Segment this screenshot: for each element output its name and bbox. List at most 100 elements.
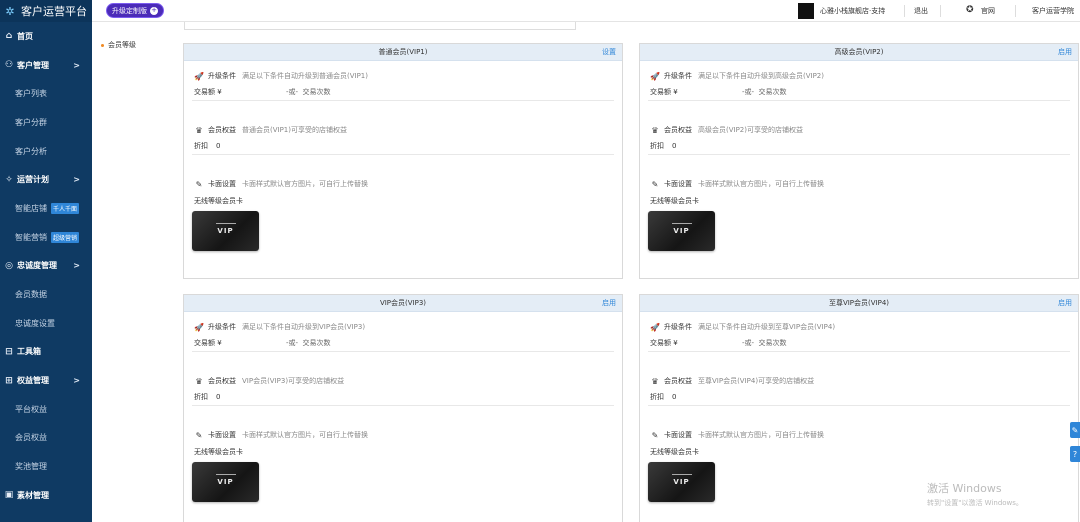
sidebar-item-15[interactable]: 奖池管理 (0, 452, 92, 481)
windows-watermark: 激活 Windows 转到"设置"以激活 Windows。 (927, 480, 1023, 508)
vip-card-image[interactable]: VIP (648, 211, 715, 251)
count-label: 交易次数 (302, 338, 331, 347)
section-label: 卡面设置 (664, 431, 692, 439)
sidebar-item-13[interactable]: 平台权益 (0, 395, 92, 424)
sidebar-item-16[interactable]: ▣ 素材管理 (0, 481, 92, 510)
vip-card-text: VIP (673, 478, 690, 486)
card-action-link[interactable]: 启用 (1058, 44, 1072, 61)
crown-icon: ♛ (195, 125, 203, 135)
section-desc: 卡面样式默认官方图片，可自行上传替换 (698, 180, 824, 188)
brush-icon: ✎ (651, 179, 659, 189)
discount-label: 折扣 (650, 392, 664, 401)
app-root: ✲ 客户运营平台 ⌂ 首页 ⚇ 客户管理 > 客户列表客户分群客户分析 ✧ 运营计划 > 智能店铺… (0, 0, 1080, 522)
count-label: 交易次数 (758, 338, 787, 347)
vip-card-text: VIP (673, 227, 690, 235)
section-desc: 满足以下条件自动升级到至尊VIP会员(VIP4) (698, 323, 836, 331)
vip-wing-decoration (216, 223, 236, 224)
member-level-card: 高级会员(VIP2) 启用 🚀 升级条件 满足以下条件自动升级到高级会员(VIP… (639, 43, 1079, 279)
chevron-right-icon: > (73, 175, 80, 185)
or-text: -或- (286, 87, 299, 96)
store-name[interactable]: 心雅小栈旗舰店·支持 (820, 6, 885, 16)
top-panel-edge (184, 22, 576, 30)
sidebar-item-label: 运营计划 (17, 175, 49, 185)
compass-icon: ✧ (5, 174, 13, 185)
vip-card-image[interactable]: VIP (192, 462, 259, 502)
sidebar-item-label: 工具箱 (17, 347, 41, 357)
card-face-section-title: ✎ 卡面设置 卡面样式默认官方图片，可自行上传替换 (194, 177, 622, 191)
sidebar-item-5[interactable]: ✧ 运营计划 > (0, 165, 92, 194)
target-icon: ◎ (5, 260, 13, 271)
watermark-line2: 转到"设置"以激活 Windows。 (927, 499, 1023, 507)
or-condition: -或- 交易次数 (286, 87, 331, 97)
vip-wing-decoration (216, 474, 236, 475)
sidebar-item-0[interactable]: ⌂ 首页 (0, 22, 92, 51)
sidebar-item-9[interactable]: 会员数据 (0, 280, 92, 309)
discount-value[interactable]: 0 (216, 142, 220, 150)
upgrade-button[interactable]: 升级定制版 + (106, 3, 164, 18)
upgrade-label: 升级定制版 (112, 6, 147, 15)
rocket-icon: 🚀 (194, 322, 204, 332)
card-action-link[interactable]: 启用 (1058, 295, 1072, 312)
chevron-right-icon: > (73, 261, 80, 271)
section-desc: 高级会员(VIP2)可享受的店铺权益 (698, 126, 803, 134)
vip-card-image[interactable]: VIP (192, 211, 259, 251)
rocket-icon: 🚀 (194, 71, 204, 81)
logout-link[interactable]: 退出 (914, 6, 928, 16)
sidebar-item-14[interactable]: 会员权益 (0, 424, 92, 453)
sidebar-item-4[interactable]: 客户分析 (0, 137, 92, 166)
section-label: 升级条件 (208, 323, 236, 331)
toolbox-icon: ⊟ (5, 346, 13, 357)
card-name: 无线等级会员卡 (650, 448, 699, 456)
logo-icon: ✲ (5, 4, 15, 18)
menu-item-label: 会员等级 (108, 41, 136, 49)
rocket-icon: 🚀 (650, 71, 660, 81)
discount-value[interactable]: 0 (672, 142, 676, 150)
count-label: 交易次数 (302, 87, 331, 96)
upgrade-section-title: 🚀 升级条件 满足以下条件自动升级到普通会员(VIP1) (194, 69, 622, 83)
help-float-button[interactable]: ? (1070, 446, 1080, 462)
crown-icon: ♛ (651, 376, 659, 386)
menu-item-member-level[interactable]: 会员等级 (101, 40, 136, 50)
store-avatar[interactable] (798, 3, 814, 19)
discount-value[interactable]: 0 (216, 393, 220, 401)
card-title: VIP会员(VIP3) (379, 299, 427, 307)
card-name: 无线等级会员卡 (650, 197, 699, 205)
inner-menu: 会员等级 (92, 22, 170, 522)
card-face-section-title: ✎ 卡面设置 卡面样式默认官方图片，可自行上传替换 (650, 428, 1078, 442)
section-desc: 满足以下条件自动升级到高级会员(VIP2) (698, 72, 824, 80)
sidebar-item-label: 平台权益 (15, 404, 47, 414)
sidebar-item-12[interactable]: ⊞ 权益管理 > (0, 366, 92, 395)
section-desc: 至尊VIP会员(VIP4)可享受的店铺权益 (698, 377, 815, 385)
sidebar-item-2[interactable]: 客户列表 (0, 79, 92, 108)
sidebar-nav: ⌂ 首页 ⚇ 客户管理 > 客户列表客户分群客户分析 ✧ 运营计划 > 智能店铺 千人千面 智能营销超… (0, 22, 92, 510)
brush-icon: ✎ (651, 430, 659, 440)
sidebar-item-3[interactable]: 客户分群 (0, 108, 92, 137)
sidebar-item-8[interactable]: ◎ 忠诚度管理 > (0, 252, 92, 281)
sidebar-item-label: 首页 (17, 31, 33, 41)
crown-icon: ♛ (195, 376, 203, 386)
sidebar-item-6[interactable]: 智能店铺 千人千面 (0, 194, 92, 223)
sidebar-item-label: 客户分析 (15, 146, 47, 156)
academy-link[interactable]: 客户运营学院 (1032, 6, 1074, 16)
card-action-link[interactable]: 启用 (602, 295, 616, 312)
home-link[interactable]: 官网 (981, 6, 995, 16)
card-action-link[interactable]: 设置 (602, 44, 616, 61)
brand-title: 客户运营平台 (21, 5, 87, 18)
vip-wing-decoration (672, 474, 692, 475)
vip-card-image[interactable]: VIP (648, 462, 715, 502)
or-condition: -或- 交易次数 (742, 338, 787, 348)
sidebar-item-1[interactable]: ⚇ 客户管理 > (0, 51, 92, 80)
sidebar-item-label: 客户列表 (15, 89, 47, 99)
sidebar-item-11[interactable]: ⊟ 工具箱 (0, 338, 92, 367)
sidebar-item-10[interactable]: 忠诚度设置 (0, 309, 92, 338)
discount-value[interactable]: 0 (672, 393, 676, 401)
brush-icon: ✎ (195, 179, 203, 189)
edit-float-button[interactable]: ✎ (1070, 422, 1080, 438)
sidebar-item-label: 权益管理 (17, 376, 49, 386)
chevron-right-icon: > (73, 376, 80, 386)
section-label: 卡面设置 (208, 431, 236, 439)
amount-label: 交易额 ¥ (194, 87, 222, 96)
globe-icon[interactable]: ✪ (966, 5, 974, 15)
sidebar-item-7[interactable]: 智能营销 超级营销 (0, 223, 92, 252)
discount-label: 折扣 (194, 141, 208, 150)
